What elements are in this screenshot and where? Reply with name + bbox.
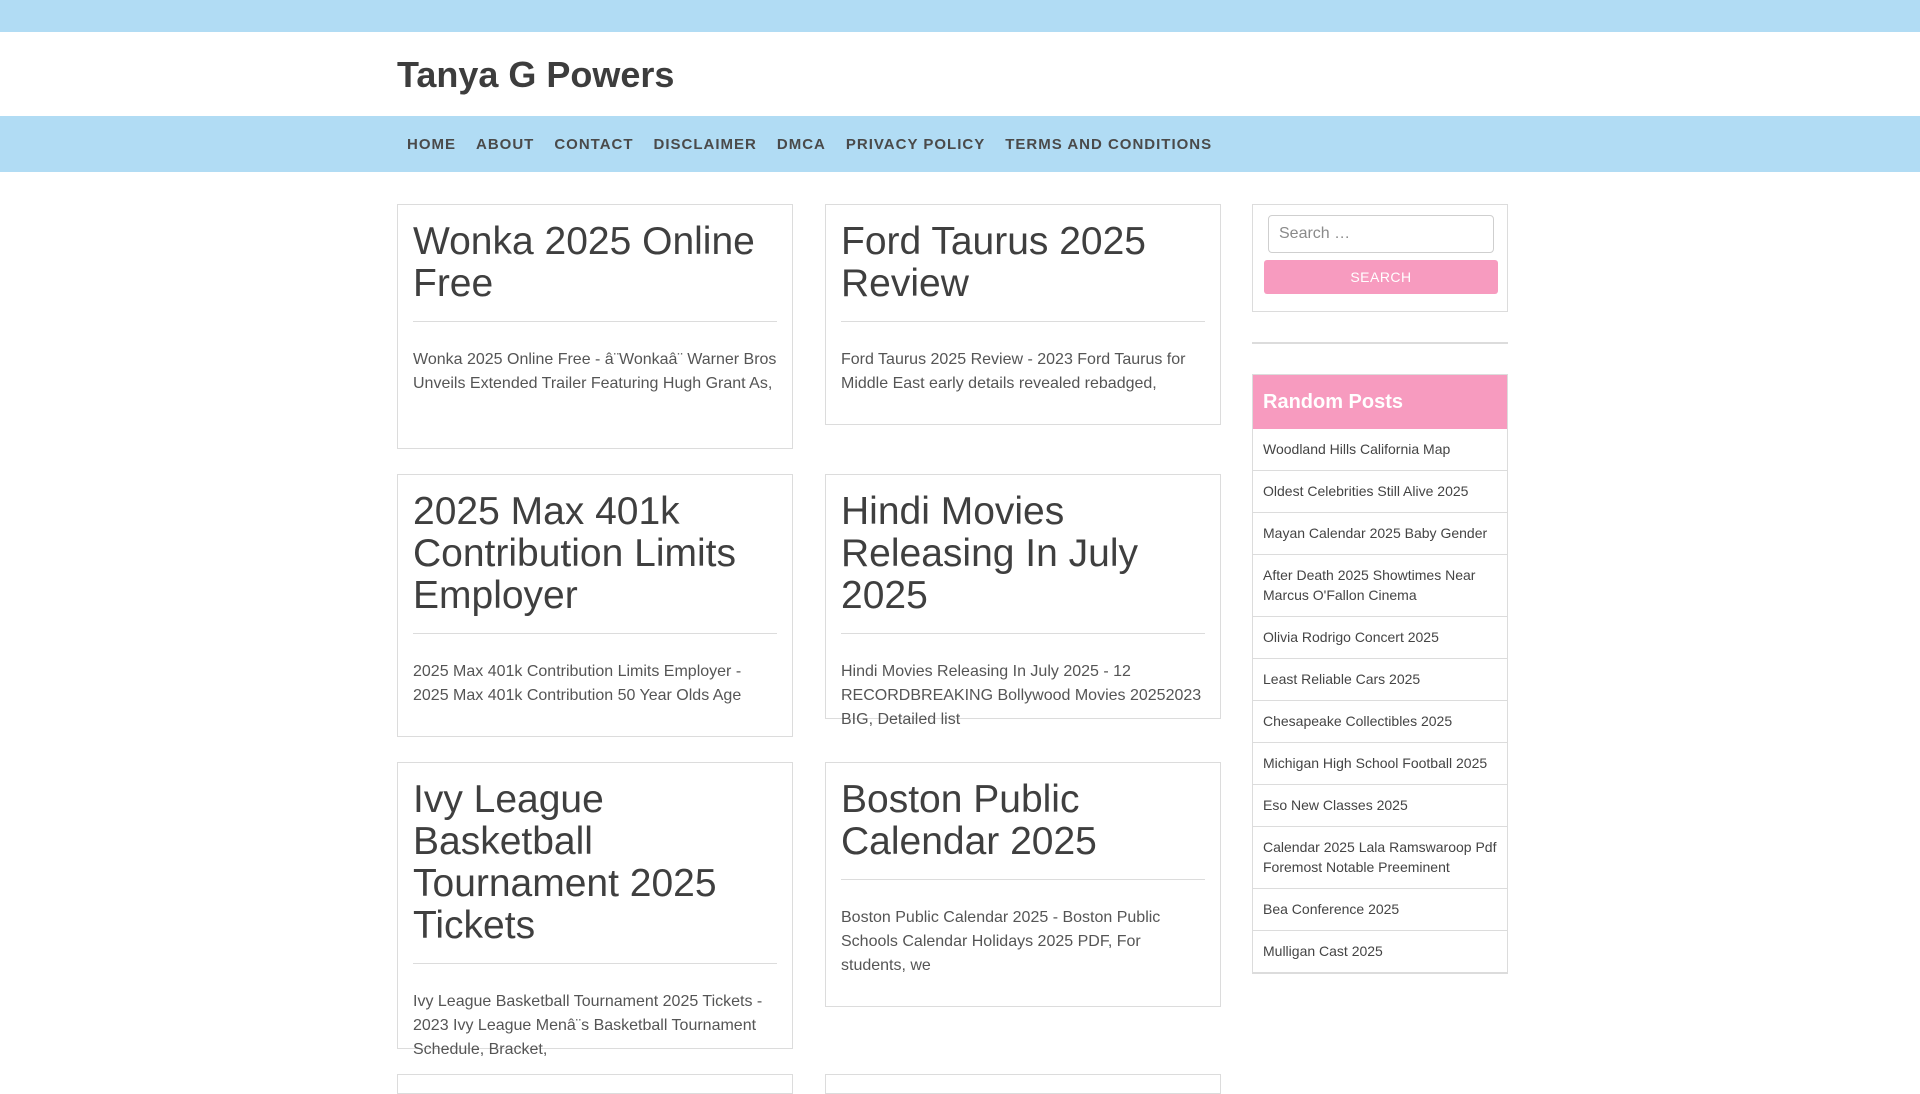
- nav-item-home[interactable]: HOME: [397, 136, 466, 153]
- post-excerpt: 2025 Max 401k Contribution Limits Employ…: [413, 663, 742, 704]
- post-title[interactable]: Wonka 2025 Online Free: [413, 221, 777, 322]
- nav-menu: HOME ABOUT CONTACT DISCLAIMER DMCA PRIVA…: [397, 116, 1222, 172]
- nav-item-privacy-policy[interactable]: PRIVACY POLICY: [836, 136, 995, 153]
- post-card: [397, 1074, 793, 1094]
- post-card: 2025 Max 401k Contribution Limits Employ…: [397, 474, 793, 737]
- random-post-link[interactable]: Bea Conference 2025: [1253, 889, 1507, 931]
- post-excerpt: Ivy League Basketball Tournament 2025 Ti…: [413, 993, 763, 1058]
- post-title[interactable]: Hindi Movies Releasing In July 2025: [841, 491, 1205, 634]
- random-post-link[interactable]: Eso New Classes 2025: [1253, 785, 1507, 827]
- search-widget: Search: [1252, 204, 1508, 312]
- post-title[interactable]: Boston Public Calendar 2025: [841, 779, 1205, 880]
- random-post-link[interactable]: Mayan Calendar 2025 Baby Gender: [1253, 513, 1507, 555]
- random-posts-heading: Random Posts: [1253, 375, 1507, 429]
- nav-item-dmca[interactable]: DMCA: [767, 136, 836, 153]
- random-post-link[interactable]: Chesapeake Collectibles 2025: [1253, 701, 1507, 743]
- main-navigation: HOME ABOUT CONTACT DISCLAIMER DMCA PRIVA…: [0, 116, 1920, 172]
- random-posts-widget: Random Posts Woodland Hills California M…: [1252, 374, 1508, 974]
- post-card: Ivy League Basketball Tournament 2025 Ti…: [397, 762, 793, 1058]
- nav-item-about[interactable]: ABOUT: [466, 136, 544, 153]
- random-post-link[interactable]: Least Reliable Cars 2025: [1253, 659, 1507, 701]
- post-card: [825, 1074, 1221, 1094]
- random-post-link[interactable]: Calendar 2025 Lala Ramswaroop Pdf Foremo…: [1253, 827, 1507, 889]
- post-excerpt: Boston Public Calendar 2025 - Boston Pub…: [841, 909, 1161, 974]
- random-post-link[interactable]: Mulligan Cast 2025: [1253, 931, 1507, 973]
- nav-item-contact[interactable]: CONTACT: [544, 136, 643, 153]
- post-card: Hindi Movies Releasing In July 2025 Hind…: [825, 474, 1221, 728]
- site-title[interactable]: Tanya G Powers: [397, 54, 674, 96]
- post-excerpt: Ford Taurus 2025 Review - 2023 Ford Taur…: [841, 351, 1186, 392]
- post-excerpt: Wonka 2025 Online Free - â¨Wonkaâ¨ Warne…: [413, 351, 777, 392]
- random-post-link[interactable]: After Death 2025 Showtimes Near Marcus O…: [1253, 555, 1507, 617]
- post-card: Boston Public Calendar 2025 Boston Publi…: [825, 762, 1221, 1007]
- random-post-link[interactable]: Olivia Rodrigo Concert 2025: [1253, 617, 1507, 659]
- top-bar: [0, 0, 1920, 32]
- random-post-link[interactable]: Oldest Celebrities Still Alive 2025: [1253, 471, 1507, 513]
- post-card: Ford Taurus 2025 Review Ford Taurus 2025…: [825, 204, 1221, 425]
- post-card: Wonka 2025 Online Free Wonka 2025 Online…: [397, 204, 793, 449]
- post-excerpt: Hindi Movies Releasing In July 2025 - 12…: [841, 663, 1202, 728]
- post-title[interactable]: Ford Taurus 2025 Review: [841, 221, 1205, 322]
- site-header: Tanya G Powers: [0, 32, 1920, 116]
- search-input[interactable]: [1268, 215, 1494, 253]
- post-title[interactable]: 2025 Max 401k Contribution Limits Employ…: [413, 491, 777, 634]
- random-post-link[interactable]: Woodland Hills California Map: [1253, 429, 1507, 471]
- search-button[interactable]: Search: [1264, 260, 1498, 294]
- post-title[interactable]: Ivy League Basketball Tournament 2025 Ti…: [413, 779, 777, 964]
- random-posts-list: Woodland Hills California Map Oldest Cel…: [1253, 429, 1507, 973]
- random-post-link[interactable]: Michigan High School Football 2025: [1253, 743, 1507, 785]
- nav-item-disclaimer[interactable]: DISCLAIMER: [644, 136, 767, 153]
- nav-item-terms[interactable]: TERMS AND CONDITIONS: [995, 136, 1222, 153]
- sidebar-divider: [1252, 342, 1508, 344]
